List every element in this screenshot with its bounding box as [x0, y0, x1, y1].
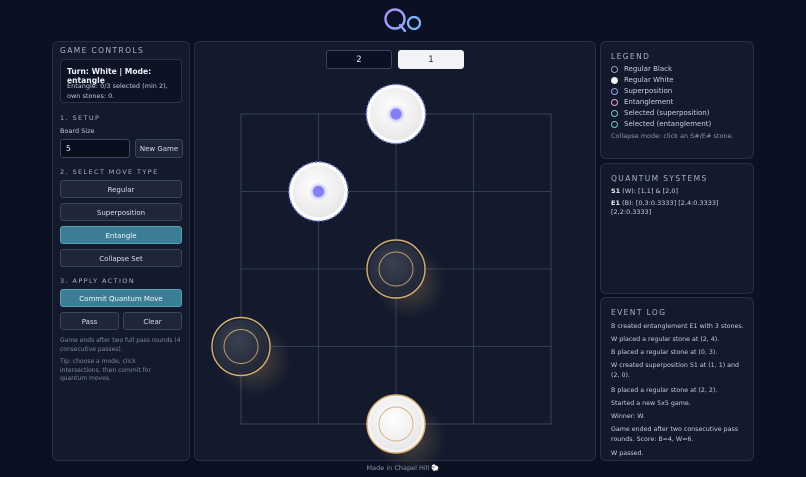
go-board[interactable] [195, 42, 597, 474]
quantum-systems-title: QUANTUM SYSTEMS [611, 174, 708, 183]
quantum-systems-panel: QUANTUM SYSTEMS S1 (W): [1,1] & [2,0] E1… [600, 163, 754, 294]
legend-label: Selected (superposition) [624, 109, 710, 117]
board-size-input[interactable]: 5 [60, 139, 130, 158]
legend-item-selected-entanglement: Selected (entanglement) [611, 120, 711, 128]
tip-note-line: Tip: choose a mode, click [60, 358, 136, 365]
entangled-white-stone [370, 398, 422, 450]
clear-button[interactable]: Clear [123, 312, 182, 330]
legend-item-regular-black: Regular Black [611, 65, 672, 73]
board-panel: 2 1 [194, 41, 597, 474]
entangle-move-button[interactable]: Entangle [60, 226, 182, 244]
log-entry-line: Winner: W. [611, 413, 645, 420]
log-entry-line: W passed. [611, 450, 644, 457]
legend-label: Regular Black [624, 65, 673, 73]
commit-quantum-move-button[interactable]: Commit Quantum Move [60, 289, 182, 307]
board-size-value: 5 [66, 144, 71, 153]
entangled-black-stone [214, 320, 268, 373]
log-entry-line: B placed a regular stone at (2, 2). [611, 387, 718, 394]
legend-label: Entanglement [624, 98, 674, 106]
legend-panel: LEGEND Regular Black Regular White Super… [600, 41, 754, 159]
selected-entanglement-swatch-icon [611, 120, 618, 128]
apply-title: 3. APPLY ACTION [60, 277, 136, 285]
log-entry-line: W placed a regular stone at (2, 4). [611, 336, 720, 343]
log-entry-line: Game ended after two consecutive pass [611, 426, 739, 433]
controls-title: GAME CONTROLS [60, 46, 145, 55]
system-s1-id: S1 [611, 187, 621, 195]
setup-title: 1. SETUP [60, 114, 101, 122]
regular-white-swatch-icon [611, 76, 618, 84]
log-entry: W created superposition S1 at (1, 1) and… [611, 361, 753, 381]
event-log-panel: EVENT LOG B created entanglement E1 with… [600, 297, 754, 461]
legend-item-entanglement: Entanglement [611, 98, 673, 106]
board-size-label: Board Size [60, 127, 95, 135]
legend-item-superposition: Superposition [611, 87, 672, 95]
superposition-core [313, 186, 324, 197]
system-e1-id: E1 [611, 199, 620, 207]
app-logo [384, 8, 422, 33]
log-entry-line: B placed a regular stone at (0, 3). [611, 349, 718, 356]
log-entry: W passed. [611, 449, 753, 459]
superposition-swatch-icon [611, 87, 618, 95]
new-game-button[interactable]: New Game [135, 139, 183, 158]
regular-move-button[interactable]: Regular [60, 180, 182, 198]
status-box: Turn: White | Mode: entangle Entangle: 0… [60, 59, 182, 103]
entanglement-swatch-icon [611, 98, 618, 106]
legend-title: LEGEND [611, 52, 651, 61]
legend-item-regular-white: Regular White [611, 76, 673, 84]
entangle-status: Entangle: 0/3 selected (min 2), [67, 82, 168, 90]
system-e1-text-2: [2,2:0.3333] [611, 208, 652, 216]
game-end-note: Game ends after two full pass rounds (4 … [60, 337, 184, 354]
log-entry: B created entanglement E1 with 3 stones. [611, 322, 753, 332]
entangled-black-stone [369, 242, 423, 296]
footer-credit: Made in Chapel Hill 🐑 [366, 464, 440, 472]
tip-note: Tip: choose a mode, click intersections,… [60, 358, 184, 384]
collapse-set-button[interactable]: Collapse Set [60, 249, 182, 267]
game-controls-panel: GAME CONTROLS Turn: White | Mode: entang… [52, 41, 190, 461]
log-entry-line: Started a new 5x5 game. [611, 400, 691, 407]
event-log-title: EVENT LOG [611, 308, 667, 317]
system-s1: S1 (W): [1,1] & [2,0] [611, 187, 678, 195]
pass-button[interactable]: Pass [60, 312, 119, 330]
game-end-note-line: Game ends after two full pass rounds (4 [60, 337, 181, 344]
legend-label: Selected (entanglement) [624, 120, 712, 128]
log-entry: Game ended after two consecutive pass rou… [611, 425, 753, 445]
system-e1-text: (B): [0,3:0.3333] [2,4:0.3333] [619, 199, 719, 207]
log-entry-line: W created superposition S1 at (1, 1) and [611, 362, 740, 369]
log-entry: Started a new 5x5 game. [611, 399, 753, 409]
log-entry: B placed a regular stone at (2, 2). [611, 386, 753, 396]
tip-note-line: intersections, then commit for [60, 366, 151, 374]
superposition-core [390, 108, 402, 120]
log-entry-line: B created entanglement E1 with 3 stones. [611, 323, 744, 330]
superposition-move-button[interactable]: Superposition [60, 203, 182, 221]
legend-label: Superposition [624, 87, 673, 95]
regular-black-swatch-icon [611, 65, 618, 73]
entangle-status-2: own stones: 0. [67, 92, 115, 100]
legend-item-selected-superposition: Selected (superposition) [611, 109, 709, 117]
tip-note-line: quantum moves. [60, 375, 111, 382]
log-entry: B placed a regular stone at (0, 3). [611, 348, 753, 358]
system-e1: E1 (B): [0,3:0.3333] [2,4:0.3333] [2,2:0… [611, 199, 753, 217]
log-entry-line: (2, 0). [611, 372, 630, 379]
log-entry-line: rounds. Score: B=4, W=6. [611, 436, 694, 443]
legend-label: Regular White [624, 76, 674, 84]
selected-superposition-swatch-icon [611, 109, 618, 117]
move-type-title: 2. SELECT MOVE TYPE [60, 168, 159, 176]
system-s1-text: (W): [1,1] & [2,0] [620, 187, 679, 195]
log-entry: W placed a regular stone at (2, 4). [611, 335, 753, 345]
log-entry: Winner: W. [611, 412, 753, 422]
game-end-note-line: consecutive passes). [60, 345, 123, 353]
legend-note: Collapse mode: click an S#/E# stone. [611, 132, 734, 140]
